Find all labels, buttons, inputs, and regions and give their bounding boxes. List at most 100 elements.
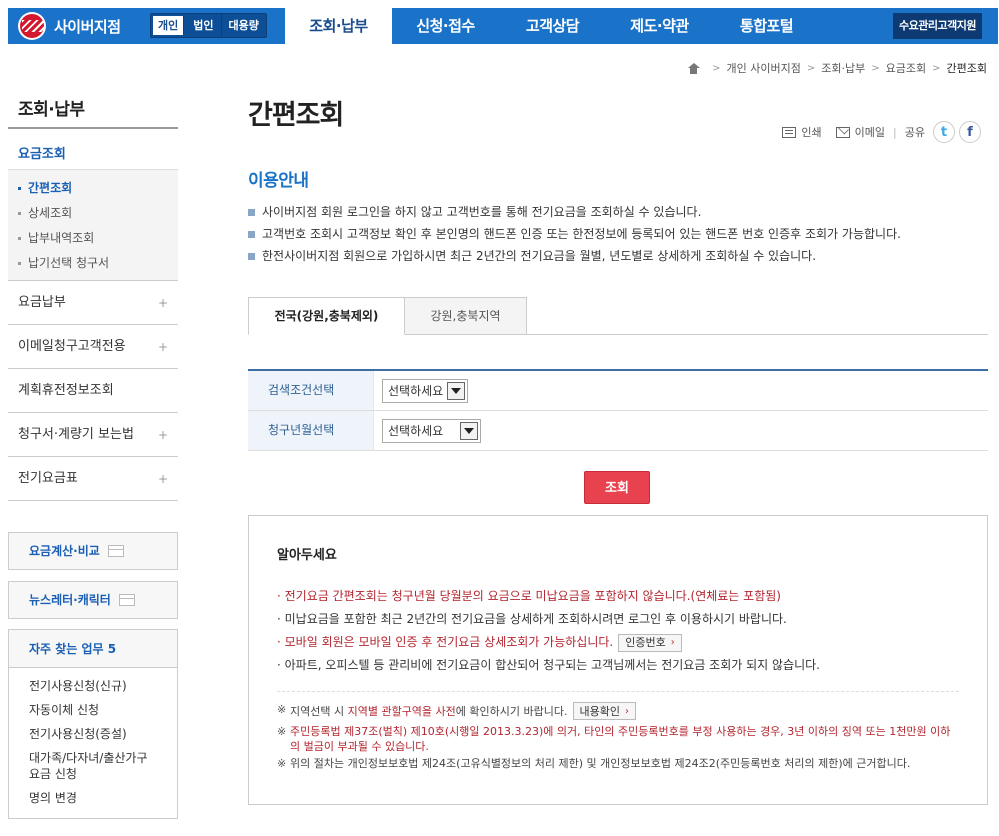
divider: |	[893, 125, 897, 139]
plus-icon: +	[157, 340, 168, 354]
search-form: 검색조건선택 선택하세요 청구년월선택 선택하세요	[248, 369, 988, 451]
guide-item: 한전사이버지점 회원으로 가입하시면 최근 2년간의 전기요금을 월별, 년도별…	[248, 245, 988, 267]
search-condition-select[interactable]: 선택하세요	[382, 378, 469, 403]
newsletter-button[interactable]: 뉴스레터·캐릭터	[8, 581, 178, 619]
side-menu-label: 전기요금표	[18, 471, 78, 486]
nav-inquiry-payment[interactable]: 조회·납부	[285, 8, 392, 44]
notice-title: 알아두세요	[277, 548, 337, 563]
note-text: 지역선택 시	[290, 704, 348, 718]
notice-item: · 전기요금 간편조회는 청구년월 당월분의 요금으로 미납요금을 포함하지 않…	[277, 585, 959, 608]
mail-icon	[835, 126, 850, 138]
tab-gangwon-chungbuk[interactable]: 강원,충북지역	[404, 297, 527, 335]
side-menu-email-bill[interactable]: 이메일청구고객전용 +	[8, 325, 178, 369]
confirm-content-button[interactable]: 내용확인 ›	[572, 702, 636, 720]
customer-type-switch: 개인 법인 대용량	[150, 13, 267, 38]
email-label: 이메일	[854, 126, 886, 139]
note-text: 에 확인하시기 바랍니다.	[455, 704, 568, 718]
side-menu-outage[interactable]: 계획휴전정보조회	[8, 369, 178, 413]
side-nav: 조회·납부 요금조회 간편조회 상세조회 납부내역조회 납기선택 청구서 요금납…	[8, 95, 178, 501]
search-condition-label: 검색조건선택	[248, 371, 374, 410]
note-mark: ※	[277, 725, 287, 738]
favorite-item[interactable]: 자동이체 신청	[29, 702, 157, 718]
share-label: 공유	[904, 126, 925, 139]
notice-text: · 미납요금을 포함한 최근 2년간의 전기요금을 상세하게 조회하시려면 로그…	[277, 612, 787, 626]
chevron-right-icon: ›	[624, 705, 629, 717]
segment-personal[interactable]: 개인	[153, 16, 185, 35]
auth-number-label: 인증번호	[625, 636, 666, 649]
home-icon[interactable]	[687, 62, 701, 74]
subnav-item-due-bill[interactable]: 납기선택 청구서	[8, 251, 178, 276]
side-nav-fee-inquiry[interactable]: 요금조회	[8, 129, 178, 169]
main-nav: 조회·납부 신청·접수 고객상담 제도·약관 통합포털	[285, 8, 820, 44]
breadcrumb: > 개인 사이버지점 > 조회·납부 > 요금조회 > 간편조회	[687, 60, 987, 76]
guide-item: 고객번호 조회시 고객정보 확인 후 본인명의 핸드폰 인증 또는 한전정보에 …	[248, 223, 988, 245]
demand-support-button[interactable]: 수요관리고객지원	[893, 13, 982, 39]
notice-item: · 미납요금을 포함한 최근 2년간의 전기요금을 상세하게 조회하시려면 로그…	[277, 608, 959, 631]
window-icon	[107, 545, 124, 557]
twitter-icon[interactable]: t	[933, 121, 955, 143]
plus-icon: +	[157, 296, 168, 310]
note-item: ※ 위의 절차는 개인정보보호법 제24조(고유식별정보의 처리 제한) 및 개…	[277, 756, 959, 771]
note-mark: ※	[277, 757, 287, 770]
note-text: 주민등록법 제37조(벌칙) 제10호(시행일 2013.3.23)에 의거, …	[290, 725, 951, 753]
subnav-label: 상세조회	[28, 206, 73, 220]
newsletter-label: 뉴스레터·캐릭터	[29, 593, 111, 607]
favorite-item[interactable]: 전기사용신청(증설)	[29, 726, 157, 742]
side-menu-bill-guide[interactable]: 청구서·계량기 보는법 +	[8, 413, 178, 457]
favorite-item[interactable]: 명의 변경	[29, 790, 157, 806]
subnav-item-payment-history[interactable]: 납부내역조회	[8, 226, 178, 251]
side-menu-rate-table[interactable]: 전기요금표 +	[8, 457, 178, 501]
page-utilities: 인쇄 이메일 | 공유 t f	[768, 121, 981, 143]
logo-text: 사이버지점	[54, 17, 121, 36]
window-icon	[118, 594, 135, 606]
guide-item: 사이버지점 회원 로그인을 하지 않고 고객번호를 통해 전기요금을 조회하실 …	[248, 201, 988, 223]
favorites-title: 자주 찾는 업무 5	[9, 630, 177, 668]
print-button[interactable]: 인쇄	[782, 124, 822, 140]
subnav-label: 납기선택 청구서	[28, 256, 110, 270]
bullet-icon	[18, 237, 21, 240]
favorite-item[interactable]: 대가족/다자녀/출산가구 요금 신청	[29, 750, 157, 782]
chevron-right-icon: >	[806, 62, 816, 74]
logo[interactable]: 사이버지점	[18, 12, 121, 40]
nav-application[interactable]: 신청·접수	[392, 8, 499, 44]
print-icon	[782, 126, 797, 138]
notice-box: 알아두세요 · 전기요금 간편조회는 청구년월 당월분의 요금으로 미납요금을 …	[248, 515, 988, 805]
page-title: 간편조회	[248, 100, 344, 131]
side-menu-label: 요금납부	[18, 295, 66, 310]
fee-calc-button[interactable]: 요금계산·비교	[8, 532, 178, 570]
segment-large[interactable]: 대용량	[222, 14, 266, 37]
form-row: 청구년월선택 선택하세요	[248, 411, 988, 451]
notice-item: · 모바일 회원은 모바일 인증 후 전기요금 상세조회가 가능하십니다. 인증번…	[277, 631, 959, 654]
bullet-icon	[18, 212, 21, 215]
side-menu-payment[interactable]: 요금납부 +	[8, 281, 178, 325]
subnav-item-detail[interactable]: 상세조회	[8, 201, 178, 226]
nav-portal[interactable]: 통합포털	[713, 8, 820, 44]
chevron-right-icon: >	[712, 62, 721, 74]
facebook-icon[interactable]: f	[959, 121, 981, 143]
segment-corporate[interactable]: 법인	[186, 14, 222, 37]
select-value: 선택하세요	[388, 384, 444, 398]
favorite-item[interactable]: 전기사용신청(신규)	[29, 678, 157, 694]
billing-month-select[interactable]: 선택하세요	[382, 418, 481, 443]
billing-month-label: 청구년월선택	[248, 411, 374, 450]
usage-guide-list: 사이버지점 회원 로그인을 하지 않고 고객번호를 통해 전기요금을 조회하실 …	[248, 201, 988, 267]
auth-number-button[interactable]: 인증번호 ›	[618, 633, 682, 652]
divider	[277, 691, 959, 692]
plus-icon: +	[157, 428, 168, 442]
breadcrumb-item[interactable]: 개인 사이버지점	[727, 60, 801, 76]
nav-consult[interactable]: 고객상담	[499, 8, 606, 44]
search-button[interactable]: 조회	[584, 471, 650, 504]
region-tabs: 강원,충북지역 전국(강원,충북제외)	[248, 297, 988, 335]
email-button[interactable]: 이메일	[835, 124, 886, 140]
note-item: ※ 주민등록법 제37조(벌칙) 제10호(시행일 2013.3.23)에 의거…	[277, 724, 959, 754]
subnav-item-simple[interactable]: 간편조회	[8, 176, 178, 201]
breadcrumb-item[interactable]: 조회·납부	[821, 60, 865, 76]
subnav-label: 간편조회	[28, 181, 73, 195]
top-bar: 사이버지점 개인 법인 대용량 조회·납부 신청·접수 고객상담 제도·약관 통…	[8, 8, 998, 44]
note-text: 위의 절차는 개인정보보호법 제24조(고유식별정보의 처리 제한) 및 개인정…	[290, 757, 911, 770]
print-label: 인쇄	[801, 126, 822, 139]
tab-nationwide[interactable]: 전국(강원,충북제외)	[248, 297, 405, 335]
nav-terms[interactable]: 제도·약관	[606, 8, 713, 44]
breadcrumb-item[interactable]: 요금조회	[886, 60, 926, 76]
section-title: 이용안내	[248, 171, 309, 191]
